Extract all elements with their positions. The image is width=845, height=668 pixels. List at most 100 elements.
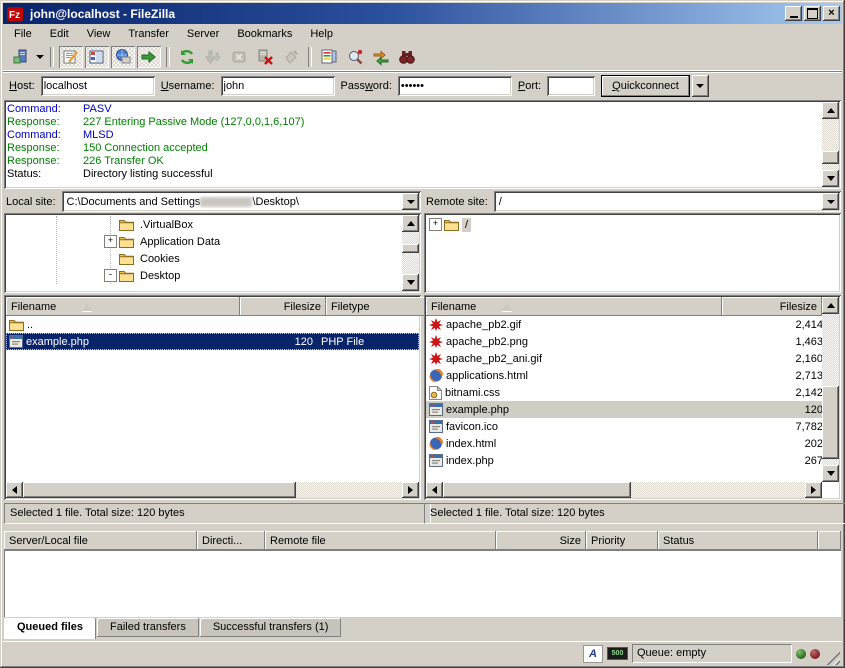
refresh-icon[interactable] [175, 46, 199, 68]
menu-item-edit[interactable]: Edit [41, 26, 78, 42]
scroll-down-icon[interactable] [822, 465, 839, 482]
file-row-index-html[interactable]: index.html202 [426, 435, 822, 452]
file-row-index-php[interactable]: index.php267 [426, 452, 822, 469]
file-row-bitnami-css[interactable]: bitnami.css2,142 [426, 384, 822, 401]
scroll-right-icon[interactable] [805, 482, 822, 498]
directory-filter-icon[interactable] [317, 46, 341, 68]
close-button[interactable]: × [823, 6, 840, 21]
window-title: john@localhost - FileZilla [30, 7, 783, 21]
disconnect-icon[interactable] [253, 46, 277, 68]
file-row-apache-pb2-ani-gif[interactable]: apache_pb2_ani.gif2,160 [426, 350, 822, 367]
site-manager-dropdown-icon[interactable] [33, 46, 46, 68]
maximize-button[interactable] [804, 6, 821, 21]
scroll-track[interactable] [443, 482, 805, 498]
scroll-thumb[interactable] [23, 482, 296, 498]
scroll-thumb[interactable] [402, 244, 419, 253]
file-row--[interactable]: .. [6, 316, 419, 333]
toggle-transfer-queue-icon[interactable] [137, 46, 161, 68]
minimize-button[interactable] [785, 6, 802, 21]
quickconnect-dropdown[interactable] [692, 75, 709, 97]
scroll-up-icon[interactable] [822, 297, 839, 314]
column-header-filetype[interactable]: Filetype [326, 297, 436, 316]
scroll-thumb[interactable] [822, 151, 839, 164]
scroll-down-icon[interactable] [822, 170, 839, 187]
file-row-apache-pb2-png[interactable]: apache_pb2.png1,463 [426, 333, 822, 350]
column-header-filename[interactable]: Filename [6, 297, 240, 316]
toggle-message-log-icon[interactable] [59, 46, 83, 68]
remote-list-hscrollbar[interactable] [426, 482, 822, 498]
file-type-cell: PHP File [320, 333, 419, 350]
scroll-thumb[interactable] [822, 386, 839, 458]
host-input[interactable] [41, 76, 155, 96]
scroll-track[interactable] [23, 482, 402, 498]
tree-item--[interactable]: +/ [427, 216, 821, 233]
collapse-icon[interactable]: - [104, 269, 117, 282]
message-log-scrollbar[interactable] [822, 102, 839, 187]
remote-site-combo[interactable]: / [494, 191, 841, 212]
menu-item-view[interactable]: View [78, 26, 120, 42]
scroll-up-icon[interactable] [402, 215, 419, 232]
column-header-filename[interactable]: Filename [426, 297, 722, 316]
file-row-example-php[interactable]: example.php120PHP File1 [6, 333, 419, 350]
svg-text:Fz: Fz [9, 10, 20, 21]
scroll-thumb[interactable] [443, 482, 631, 498]
scroll-left-icon[interactable] [6, 482, 23, 498]
tree-item--virtualbox[interactable]: .VirtualBox [7, 216, 401, 233]
file-row-favicon-ico[interactable]: favicon.ico7,782 [426, 418, 822, 435]
tree-item-application-data[interactable]: +Application Data [7, 233, 401, 250]
menu-item-transfer[interactable]: Transfer [119, 26, 178, 42]
file-row-example-php[interactable]: example.php120 [426, 401, 822, 418]
scroll-track[interactable] [822, 314, 839, 465]
local-tree-scrollbar[interactable] [402, 215, 419, 291]
menu-item-bookmarks[interactable]: Bookmarks [228, 26, 301, 42]
directory-comparison-icon[interactable] [343, 46, 367, 68]
file-name: applications.html [446, 370, 528, 382]
queue-column-status[interactable]: Status [658, 531, 818, 550]
port-input[interactable] [547, 76, 595, 96]
tab-queued-files[interactable]: Queued files [4, 618, 96, 639]
tree-item-cookies[interactable]: Cookies [7, 250, 401, 267]
local-site-dropdown-icon[interactable] [402, 193, 419, 210]
toggle-local-tree-icon[interactable] [85, 46, 109, 68]
quickconnect-button[interactable]: Quickconnect [601, 75, 690, 97]
toggle-remote-tree-icon[interactable] [111, 46, 135, 68]
remote-list-scrollbar[interactable] [822, 297, 839, 482]
queue-column-size[interactable]: Size [496, 531, 586, 550]
expand-icon[interactable]: + [104, 235, 117, 248]
local-list-hscrollbar[interactable] [6, 482, 419, 498]
menu-item-file[interactable]: File [5, 26, 41, 42]
resize-grip[interactable] [826, 651, 840, 665]
file-row-applications-html[interactable]: applications.html2,713 [426, 367, 822, 384]
synchronized-browsing-icon[interactable] [369, 46, 393, 68]
remote-file-list: FilenameFilesize apache_pb2.gif2,414apac… [424, 295, 841, 500]
menu-item-server[interactable]: Server [178, 26, 228, 42]
local-site-combo[interactable]: C:\Documents and Settings\Desktop\ [62, 191, 421, 212]
expand-icon[interactable]: + [429, 218, 442, 231]
find-files-icon[interactable] [395, 46, 419, 68]
port-label: Port: [518, 80, 541, 92]
column-header-filesize[interactable]: Filesize [722, 297, 822, 316]
scroll-left-icon[interactable] [426, 482, 443, 498]
speed-limit-icon: 500 [607, 647, 628, 660]
tree-item-desktop[interactable]: -Desktop [7, 267, 401, 284]
scroll-track[interactable] [822, 119, 839, 170]
queue-column-directi-[interactable]: Directi... [197, 531, 265, 550]
username-input[interactable] [221, 76, 335, 96]
file-name: index.php [446, 455, 494, 467]
scroll-track[interactable] [402, 232, 419, 274]
remote-site-dropdown-icon[interactable] [822, 193, 839, 210]
scroll-down-icon[interactable] [402, 274, 419, 291]
tab-failed-transfers[interactable]: Failed transfers [97, 618, 199, 637]
queue-column-priority[interactable]: Priority [586, 531, 658, 550]
scroll-up-icon[interactable] [822, 102, 839, 119]
column-header-filesize[interactable]: Filesize [240, 297, 326, 316]
queue-column-server-local-file[interactable]: Server/Local file [4, 531, 197, 550]
queue-column-remote-file[interactable]: Remote file [265, 531, 496, 550]
file-row-apache-pb2-gif[interactable]: apache_pb2.gif2,414 [426, 316, 822, 333]
sort-ascending-icon [502, 303, 512, 311]
password-input[interactable] [398, 76, 512, 96]
site-manager-icon[interactable] [8, 46, 32, 68]
tab-successful-transfers-1-[interactable]: Successful transfers (1) [200, 618, 342, 637]
scroll-right-icon[interactable] [402, 482, 419, 498]
menu-item-help[interactable]: Help [301, 26, 342, 42]
